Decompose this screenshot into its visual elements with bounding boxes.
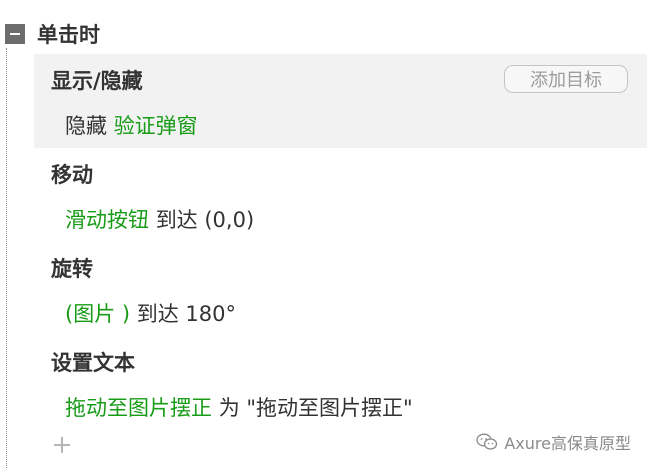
event-header[interactable]: 单击时 [5, 18, 100, 50]
action-target-link[interactable]: 滑动按钮 [65, 208, 149, 232]
action-detail-text: 到达 180° [136, 302, 237, 326]
action-target-link[interactable]: 验证弹窗 [114, 114, 198, 138]
action-rotate[interactable]: 旋转 (图片 ) 到达 180° [34, 242, 647, 336]
plus-icon[interactable] [53, 436, 71, 454]
action-title: 显示/隐藏 [51, 69, 143, 93]
action-detail[interactable]: (图片 ) 到达 180° [65, 298, 236, 328]
watermark: Axure高保真原型 [476, 430, 631, 454]
action-title: 旋转 [51, 257, 93, 281]
minus-glyph [10, 33, 20, 35]
action-set-text[interactable]: 设置文本 拖动至图片摆正 为 "拖动至图片摆正" [34, 336, 647, 430]
tree-connector-line [6, 48, 7, 468]
watermark-text: Axure高保真原型 [504, 434, 631, 453]
wechat-icon [476, 433, 498, 450]
action-target-link[interactable]: 拖动至图片摆正 [65, 396, 212, 420]
action-title: 移动 [51, 163, 93, 187]
action-detail-text: 为 "拖动至图片摆正" [218, 396, 413, 420]
collapse-icon[interactable] [5, 24, 25, 44]
action-detail-text: 到达 (0,0) [155, 208, 255, 232]
action-move[interactable]: 移动 滑动按钮 到达 (0,0) [34, 148, 647, 242]
action-detail[interactable]: 拖动至图片摆正 为 "拖动至图片摆正" [65, 392, 413, 422]
action-detail[interactable]: 隐藏 验证弹窗 [65, 110, 198, 140]
action-detail[interactable]: 滑动按钮 到达 (0,0) [65, 204, 254, 234]
action-title: 设置文本 [51, 351, 135, 375]
action-target-link[interactable]: (图片 ) [65, 302, 130, 326]
add-target-button[interactable]: 添加目标 [504, 65, 628, 93]
action-verb: 隐藏 [65, 114, 107, 138]
action-show-hide[interactable]: 显示/隐藏 添加目标 隐藏 验证弹窗 [34, 54, 647, 148]
event-title: 单击时 [37, 23, 100, 47]
